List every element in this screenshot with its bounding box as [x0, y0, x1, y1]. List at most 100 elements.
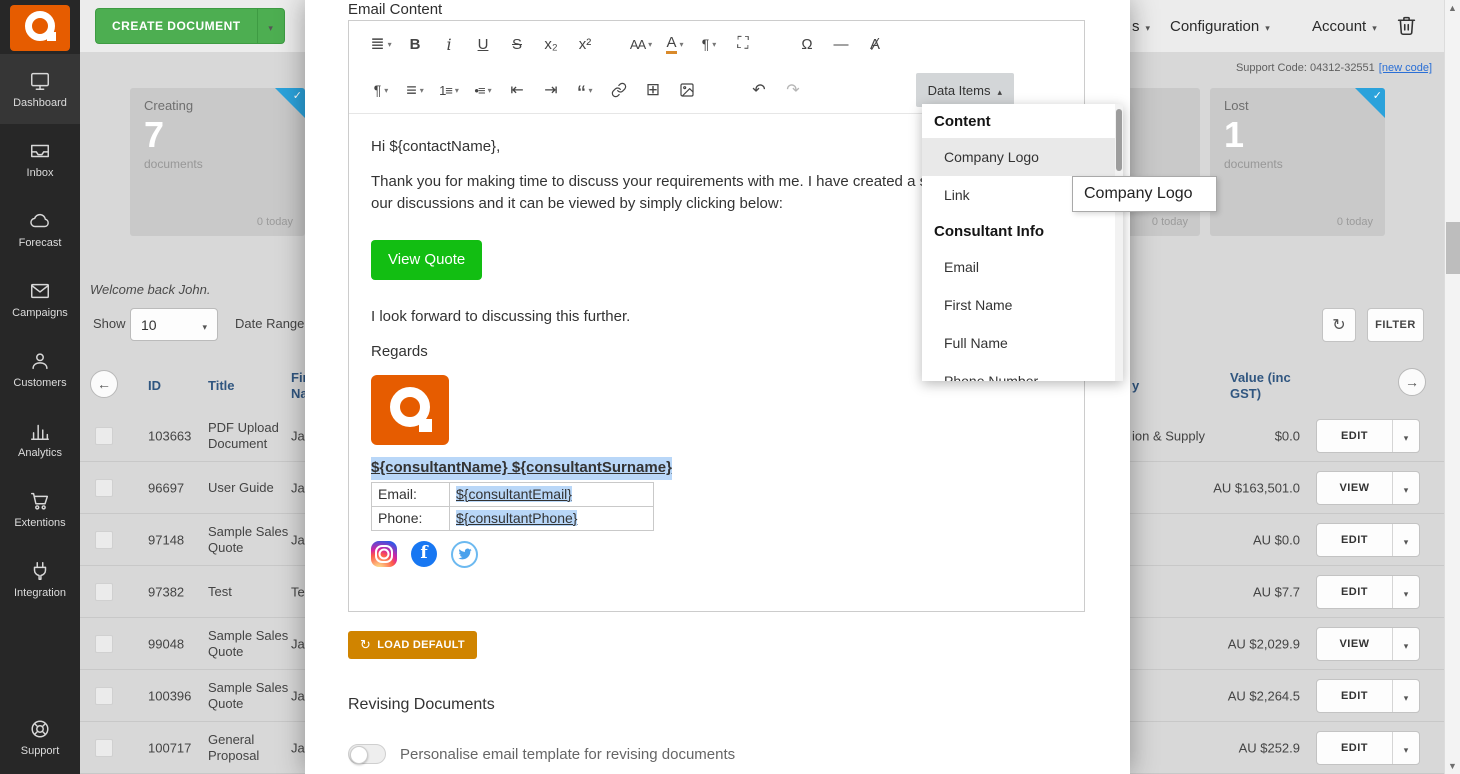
- row-action-button[interactable]: EDIT: [1316, 679, 1420, 713]
- column-header-value[interactable]: Value (inc GST): [1230, 370, 1304, 403]
- chevron-down-icon[interactable]: [1393, 680, 1419, 712]
- underline-icon[interactable]: [467, 28, 499, 60]
- redo-icon[interactable]: [777, 74, 809, 106]
- row-action-label[interactable]: EDIT: [1317, 524, 1393, 556]
- row-checkbox[interactable]: [95, 427, 113, 445]
- nav-item-account[interactable]: Account: [1312, 0, 1377, 52]
- column-header-company-fragment[interactable]: y: [1132, 378, 1139, 393]
- indent-icon[interactable]: [535, 74, 567, 106]
- dropdown-item-first-name[interactable]: First Name: [922, 286, 1123, 324]
- sidebar-item-forecast[interactable]: Forecast: [0, 194, 80, 264]
- personalise-toggle[interactable]: [348, 744, 386, 764]
- page-scrollbar[interactable]: ▲ ▼: [1444, 0, 1460, 774]
- data-items-button[interactable]: Data Items: [916, 73, 1014, 107]
- nav-item-fragment[interactable]: s: [1132, 0, 1150, 52]
- strikethrough-icon[interactable]: [501, 28, 533, 60]
- load-default-button[interactable]: ↻ LOAD DEFAULT: [348, 631, 477, 659]
- row-action-button[interactable]: VIEW: [1316, 471, 1420, 505]
- column-header-id[interactable]: ID: [148, 378, 161, 393]
- facebook-icon[interactable]: [411, 541, 437, 567]
- chevron-down-icon[interactable]: [1393, 472, 1419, 504]
- trash-button[interactable]: [1396, 15, 1417, 39]
- sidebar-item-integration[interactable]: Integration: [0, 544, 80, 614]
- omega-icon[interactable]: [791, 28, 823, 60]
- chevron-down-icon[interactable]: [1393, 576, 1419, 608]
- view-quote-button[interactable]: View Quote: [371, 240, 482, 281]
- dropdown-item-full-name[interactable]: Full Name: [922, 324, 1123, 362]
- blockquote-icon[interactable]: [569, 74, 601, 106]
- row-checkbox[interactable]: [95, 479, 113, 497]
- row-action-button[interactable]: EDIT: [1316, 523, 1420, 557]
- chevron-down-icon[interactable]: [257, 8, 285, 44]
- page-size-select[interactable]: 10: [130, 308, 218, 341]
- image-icon[interactable]: [671, 74, 703, 106]
- sidebar-item-analytics[interactable]: Analytics: [0, 404, 80, 474]
- scrollbar-thumb[interactable]: [1446, 222, 1460, 274]
- row-checkbox[interactable]: [95, 687, 113, 705]
- sidebar-item-dashboard[interactable]: Dashboard: [0, 54, 80, 124]
- font-size-icon[interactable]: [625, 28, 657, 60]
- outdent-icon[interactable]: [501, 74, 533, 106]
- scroll-down-arrow-icon[interactable]: ▼: [1445, 759, 1460, 773]
- instagram-icon[interactable]: [371, 541, 397, 567]
- table-icon[interactable]: [637, 74, 669, 106]
- superscript-icon[interactable]: [569, 28, 601, 60]
- dropdown-scrollbar-thumb[interactable]: [1116, 109, 1122, 171]
- scroll-up-arrow-icon[interactable]: ▲: [1445, 1, 1460, 15]
- prev-page-button[interactable]: ←: [90, 370, 118, 398]
- row-action-button[interactable]: EDIT: [1316, 575, 1420, 609]
- clear-format-icon[interactable]: [859, 28, 891, 60]
- sidebar-item-customers[interactable]: Customers: [0, 334, 80, 404]
- create-document-button[interactable]: CREATE DOCUMENT: [95, 8, 285, 44]
- undo-icon[interactable]: [743, 74, 775, 106]
- line-height-icon[interactable]: [365, 28, 397, 60]
- column-header-title[interactable]: Title: [208, 378, 235, 393]
- row-action-label[interactable]: VIEW: [1317, 628, 1393, 660]
- refresh-button[interactable]: ↻: [1322, 308, 1356, 342]
- align-icon[interactable]: [399, 74, 431, 106]
- next-page-button[interactable]: →: [1398, 368, 1426, 396]
- row-checkbox[interactable]: [95, 583, 113, 601]
- row-action-label[interactable]: EDIT: [1317, 576, 1393, 608]
- chevron-down-icon[interactable]: [1393, 524, 1419, 556]
- paragraph-format-icon[interactable]: [365, 74, 397, 106]
- app-logo[interactable]: [10, 5, 70, 51]
- nav-item-configuration[interactable]: Configuration: [1170, 0, 1270, 52]
- row-action-label[interactable]: VIEW: [1317, 472, 1393, 504]
- dropdown-item-phone-number[interactable]: Phone Number: [922, 362, 1123, 381]
- horizontal-rule-icon[interactable]: [825, 28, 857, 60]
- bold-icon[interactable]: [399, 28, 431, 60]
- link-icon[interactable]: [603, 74, 635, 106]
- row-action-label[interactable]: EDIT: [1317, 420, 1393, 452]
- card-creating[interactable]: Creating 7 documents 0 today ✓: [130, 88, 305, 236]
- sidebar-item-extentions[interactable]: Extentions: [0, 474, 80, 544]
- create-document-label[interactable]: CREATE DOCUMENT: [95, 8, 257, 44]
- row-action-label[interactable]: EDIT: [1317, 732, 1393, 764]
- paragraph-style-icon[interactable]: [693, 28, 725, 60]
- sidebar-item-support[interactable]: Support: [0, 702, 80, 772]
- unordered-list-icon[interactable]: [467, 74, 499, 106]
- dropdown-item-company-logo[interactable]: Company Logo: [922, 138, 1123, 176]
- twitter-icon[interactable]: [451, 541, 478, 568]
- row-checkbox[interactable]: [95, 531, 113, 549]
- subscript-icon[interactable]: [535, 28, 567, 60]
- italic-icon[interactable]: [433, 28, 465, 60]
- font-color-icon[interactable]: [659, 28, 691, 60]
- sidebar-item-inbox[interactable]: Inbox: [0, 124, 80, 194]
- filter-button[interactable]: FILTER: [1367, 308, 1424, 342]
- company-logo-image[interactable]: [371, 375, 449, 445]
- chevron-down-icon[interactable]: [1393, 628, 1419, 660]
- fullscreen-icon[interactable]: [727, 28, 759, 60]
- row-checkbox[interactable]: [95, 739, 113, 757]
- row-action-button[interactable]: EDIT: [1316, 731, 1420, 765]
- dropdown-item-email[interactable]: Email: [922, 248, 1123, 286]
- new-code-link[interactable]: [new code]: [1379, 62, 1432, 74]
- chevron-down-icon[interactable]: [1393, 420, 1419, 452]
- row-action-button[interactable]: EDIT: [1316, 419, 1420, 453]
- row-action-button[interactable]: VIEW: [1316, 627, 1420, 661]
- row-checkbox[interactable]: [95, 635, 113, 653]
- sidebar-item-campaigns[interactable]: Campaigns: [0, 264, 80, 334]
- chevron-down-icon[interactable]: [1393, 732, 1419, 764]
- dropdown-scrollbar[interactable]: [1115, 104, 1123, 381]
- row-action-label[interactable]: EDIT: [1317, 680, 1393, 712]
